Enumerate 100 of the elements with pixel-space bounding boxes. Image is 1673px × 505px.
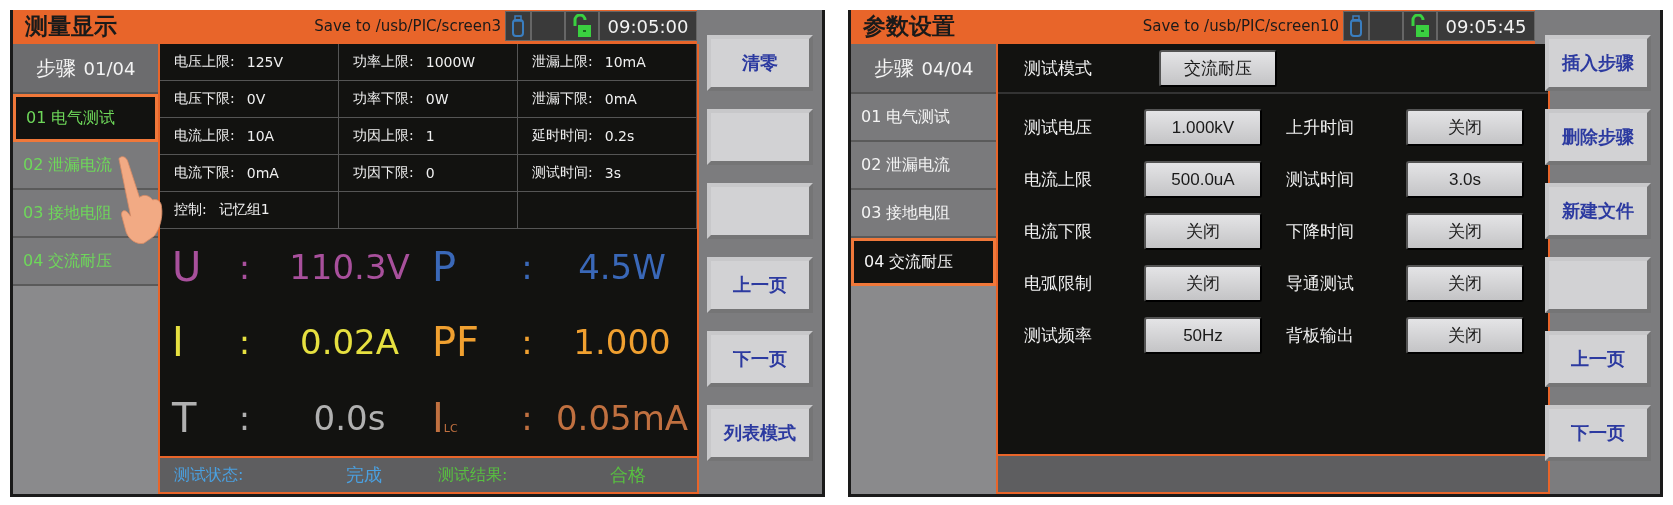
reading-symbol: P xyxy=(432,243,458,290)
limit-label: 功因下限: xyxy=(353,164,414,182)
limit-value: 125V xyxy=(246,54,284,70)
setting-value-button[interactable]: 关闭 xyxy=(1406,213,1524,250)
reading-value: 1.000 xyxy=(572,322,672,363)
limit-label: 测试时间: xyxy=(532,164,593,182)
setting-label: 上升时间 xyxy=(1286,116,1355,139)
limit-value: 0V xyxy=(246,91,266,107)
status-label: 测试结果: xyxy=(437,464,509,486)
setting-value-button[interactable]: 关闭 xyxy=(1144,213,1262,250)
limit-value: 0W xyxy=(425,91,449,107)
blank-button[interactable] xyxy=(706,109,813,165)
step-item[interactable]: 01 电气测试 xyxy=(13,94,158,142)
setting-label: 测试电压 xyxy=(1024,116,1093,139)
function-button[interactable]: 插入步骤 xyxy=(1544,35,1651,91)
setting-value-button[interactable]: 500.0uA xyxy=(1144,161,1262,198)
setting-label: 电流下限 xyxy=(1024,220,1093,243)
reading-colon: : xyxy=(520,246,534,287)
status-value: 合格 xyxy=(609,463,647,487)
reading-symbol: I xyxy=(172,319,185,366)
limit-value: 3s xyxy=(604,165,621,181)
limit-value: 1 xyxy=(425,128,435,144)
reading-symbol: PF xyxy=(432,319,481,366)
setting-label: 背板输出 xyxy=(1286,324,1355,347)
reading-colon: : xyxy=(237,398,252,439)
status-label: 测试状态: xyxy=(173,464,245,486)
unlocked-icon xyxy=(1410,14,1430,38)
step-item[interactable]: 01 电气测试 xyxy=(851,94,996,142)
step-item[interactable]: 02 泄漏电流 xyxy=(851,142,996,190)
reading-colon: : xyxy=(237,322,252,363)
setting-label: 测试模式 xyxy=(1024,56,1093,80)
limit-label: 控制: xyxy=(174,201,207,219)
status-value: 完成 xyxy=(345,463,383,487)
limit-value: 10mA xyxy=(604,54,646,70)
function-button[interactable]: 下一页 xyxy=(1544,405,1651,461)
reading-colon: : xyxy=(520,398,534,439)
function-button[interactable]: 清零 xyxy=(706,35,813,91)
function-button[interactable]: 下一页 xyxy=(706,331,813,387)
setting-label: 导通测试 xyxy=(1286,272,1355,295)
reading-symbol: T xyxy=(172,395,198,442)
reading-value: 4.5W xyxy=(577,246,667,287)
limit-value: 0 xyxy=(425,165,435,181)
function-button[interactable]: 上一页 xyxy=(706,257,813,313)
function-button[interactable]: 上一页 xyxy=(1544,331,1651,387)
setting-value-button[interactable]: 1.000kV xyxy=(1144,109,1262,146)
limit-value: 0mA xyxy=(604,91,637,107)
save-path-text: Save to /usb/PIC/screen3 xyxy=(314,17,502,35)
unlocked-icon xyxy=(572,14,592,38)
blank-button[interactable] xyxy=(706,183,813,239)
clock-time: 09:05:00 xyxy=(607,15,689,37)
setting-label: 电弧限制 xyxy=(1024,272,1093,295)
function-button[interactable]: 列表模式 xyxy=(706,405,813,461)
limit-label: 泄漏上限: xyxy=(532,53,593,71)
setting-label: 测试时间 xyxy=(1286,168,1355,191)
step-item[interactable]: 04 交流耐压 xyxy=(851,238,996,286)
limit-label: 功率下限: xyxy=(353,90,414,108)
limit-label: 电压上限: xyxy=(174,53,235,71)
function-button[interactable]: 删除步骤 xyxy=(1544,109,1651,165)
function-button[interactable]: 新建文件 xyxy=(1544,183,1651,239)
usb-icon xyxy=(1350,15,1362,37)
limit-label: 电流上限: xyxy=(174,127,235,145)
reading-colon: : xyxy=(237,246,252,287)
limit-label: 功率上限: xyxy=(353,53,414,71)
clock-time: 09:05:45 xyxy=(1445,15,1527,37)
reading-value: 0.05mA xyxy=(554,398,690,439)
step-label: 步骤 xyxy=(35,54,76,82)
setting-value-button[interactable]: 关闭 xyxy=(1144,265,1262,302)
limit-label: 延时时间: xyxy=(532,127,593,145)
limit-label: 泄漏下限: xyxy=(532,90,593,108)
setting-value-button[interactable]: 50Hz xyxy=(1144,317,1262,354)
reading-value: 110.3V xyxy=(288,246,411,287)
limit-value: 0mA xyxy=(246,165,279,181)
limit-value: 记忆组1 xyxy=(218,201,270,219)
limit-value: 10A xyxy=(246,128,275,144)
setting-value-button[interactable]: 3.0s xyxy=(1406,161,1524,198)
setting-value-button[interactable]: 交流耐压 xyxy=(1159,49,1277,87)
setting-value-button[interactable]: 关闭 xyxy=(1406,265,1524,302)
step-counter: 04/04 xyxy=(921,57,974,79)
screen-title: 测量显示 xyxy=(24,11,118,41)
setting-value-button[interactable]: 关闭 xyxy=(1406,109,1524,146)
limit-label: 电压下限: xyxy=(174,90,235,108)
reading-value: 0.02A xyxy=(299,322,400,363)
step-label: 步骤 xyxy=(873,54,914,82)
usb-icon xyxy=(512,15,524,37)
reading-symbol: U xyxy=(172,243,203,290)
step-item[interactable]: 03 接地电阻 xyxy=(851,190,996,238)
blank-button[interactable] xyxy=(1544,257,1651,313)
limit-value: 1000W xyxy=(425,54,476,70)
setting-label: 下降时间 xyxy=(1286,220,1355,243)
step-counter: 01/04 xyxy=(83,57,136,79)
screen-title: 参数设置 xyxy=(862,11,956,41)
reading-value: 0.0s xyxy=(312,398,387,439)
setting-label: 测试频率 xyxy=(1024,324,1093,347)
save-path-text: Save to /usb/PIC/screen10 xyxy=(1142,17,1340,35)
limit-label: 功因上限: xyxy=(353,127,414,145)
limit-value: 0.2s xyxy=(604,128,635,144)
reading-colon: : xyxy=(520,322,534,363)
setting-value-button[interactable]: 关闭 xyxy=(1406,317,1524,354)
setting-label: 电流上限 xyxy=(1024,168,1093,191)
limit-label: 电流下限: xyxy=(174,164,235,182)
